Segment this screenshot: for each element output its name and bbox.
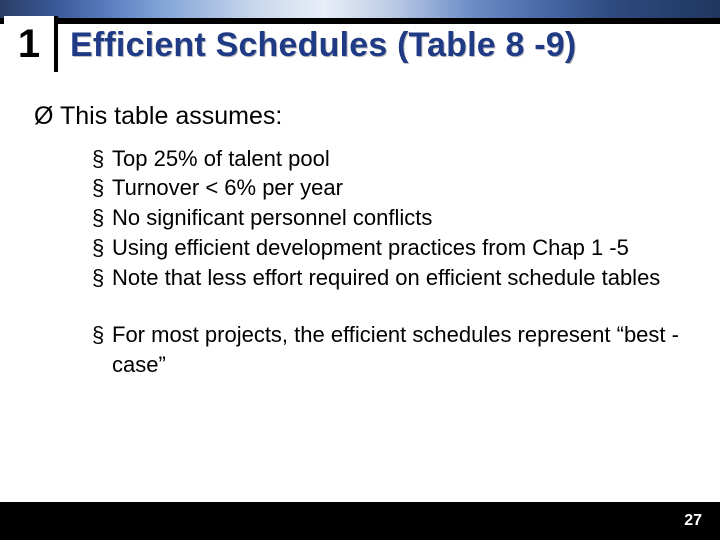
bullet-lvl2-text: Turnover < 6% per year (112, 173, 343, 203)
square-bullet-icon: § (92, 320, 112, 350)
bullet-lvl2-text: Note that less effort required on effici… (112, 263, 660, 293)
bullet-lvl2-text: No significant personnel conflicts (112, 203, 432, 233)
bullet-lvl2-text: Top 25% of talent pool (112, 144, 330, 174)
square-bullet-icon: § (92, 144, 112, 174)
bullet-lvl2-text: Using efficient development practices fr… (112, 233, 629, 263)
bullet-lvl2: § Turnover < 6% per year (92, 173, 686, 203)
bullet-lvl2: § No significant personnel conflicts (92, 203, 686, 233)
arrow-bullet-icon: Ø (34, 100, 56, 134)
slide-content: ØThis table assumes: § Top 25% of talent… (34, 100, 686, 380)
bullet-lvl2-group: § Top 25% of talent pool § Turnover < 6%… (92, 144, 686, 380)
bullet-lvl1: ØThis table assumes: (34, 100, 686, 134)
bullet-lvl2-text: For most projects, the efficient schedul… (112, 320, 686, 379)
bullet-lvl2: § Top 25% of talent pool (92, 144, 686, 174)
square-bullet-icon: § (92, 263, 112, 293)
bullet-lvl2: § Note that less effort required on effi… (92, 263, 686, 293)
slide: 1 Efficient Schedules (Table 8 -9) ØThis… (0, 0, 720, 540)
footer-bar: 27 (0, 502, 720, 540)
spacer (92, 292, 686, 320)
square-bullet-icon: § (92, 173, 112, 203)
slide-number: 1 (18, 22, 40, 67)
title-black-bar (0, 18, 720, 24)
bullet-lvl1-text: This table assumes: (60, 102, 282, 130)
bullet-lvl2: § Using efficient development practices … (92, 233, 686, 263)
bullet-lvl2: § For most projects, the efficient sched… (92, 320, 686, 379)
square-bullet-icon: § (92, 203, 112, 233)
square-bullet-icon: § (92, 233, 112, 263)
slide-number-badge: 1 (4, 16, 58, 72)
top-gradient-bar (0, 0, 720, 18)
slide-title: Efficient Schedules (Table 8 -9) (70, 26, 700, 65)
page-number: 27 (684, 512, 702, 530)
